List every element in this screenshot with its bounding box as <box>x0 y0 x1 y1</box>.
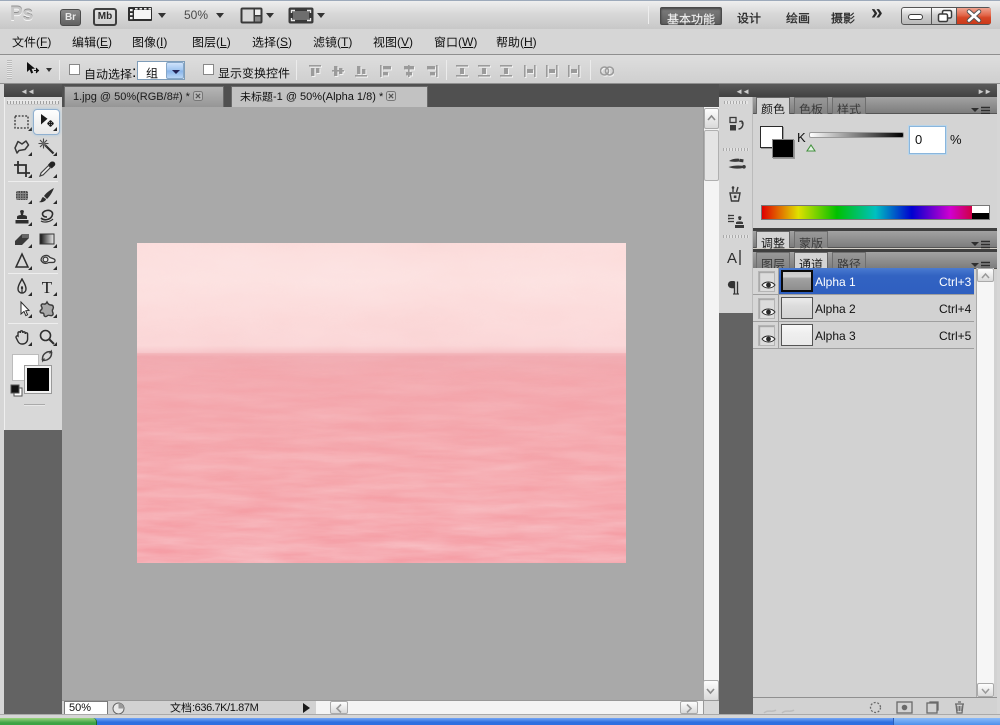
svg-text:A: A <box>727 250 737 266</box>
svg-text:T: T <box>42 278 53 296</box>
